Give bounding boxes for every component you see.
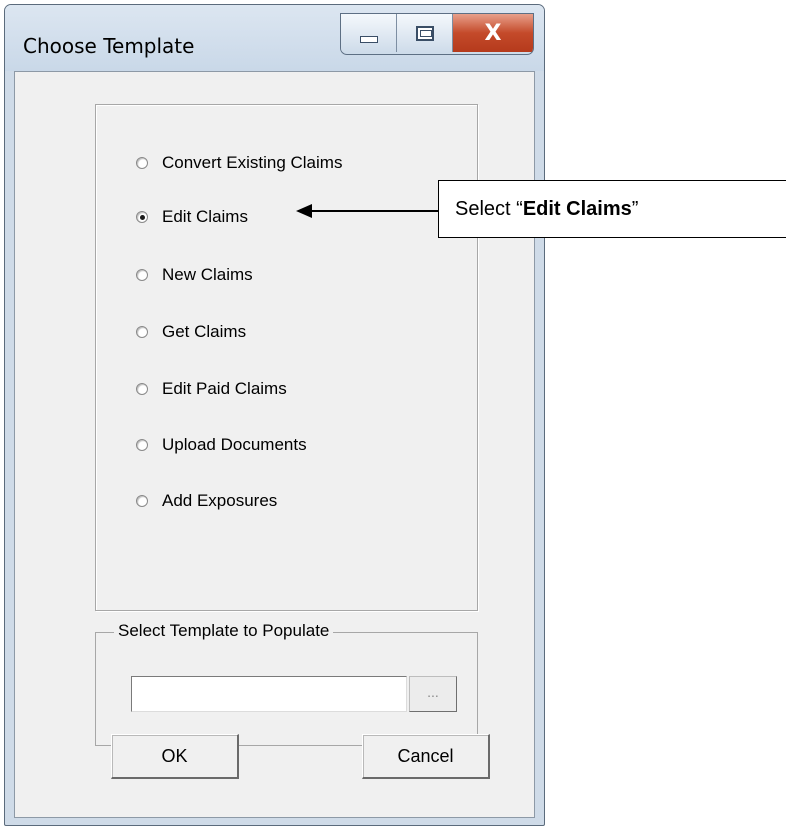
radio-new-claims[interactable]: New Claims	[136, 265, 253, 285]
radio-button-icon[interactable]	[136, 383, 148, 395]
radio-button-icon[interactable]	[136, 439, 148, 451]
ok-button[interactable]: OK	[111, 734, 239, 779]
minimize-icon	[359, 35, 378, 43]
cancel-button[interactable]: Cancel	[362, 734, 490, 779]
radio-label: New Claims	[162, 265, 253, 284]
radio-edit-claims[interactable]: Edit Claims	[136, 207, 248, 227]
browse-button[interactable]: ...	[409, 676, 457, 712]
title-bar[interactable]: Choose Template X	[5, 5, 544, 71]
radio-edit-paid-claims[interactable]: Edit Paid Claims	[136, 379, 287, 399]
callout-arrow-line	[312, 210, 438, 212]
radio-button-icon[interactable]	[136, 326, 148, 338]
radio-label: Edit Paid Claims	[162, 379, 287, 398]
radio-label: Add Exposures	[162, 491, 278, 510]
radio-label: Convert Existing Claims	[162, 153, 343, 172]
callout-prefix: Select “	[455, 197, 523, 220]
radio-upload-documents[interactable]: Upload Documents	[136, 435, 307, 455]
callout-suffix: ”	[631, 197, 639, 220]
template-options-group: Convert Existing Claims Edit Claims New …	[95, 104, 478, 611]
callout-bold-text: Edit Claims	[522, 197, 632, 220]
choose-template-dialog: Choose Template X Convert Existing Claim…	[4, 4, 545, 826]
radio-button-icon[interactable]	[136, 269, 148, 281]
arrow-left-icon	[296, 204, 312, 218]
window-title: Choose Template	[23, 34, 195, 58]
radio-label: Edit Claims	[162, 207, 248, 226]
radio-get-claims[interactable]: Get Claims	[136, 322, 246, 342]
radio-button-checked-icon[interactable]	[136, 211, 148, 223]
maximize-button[interactable]	[397, 14, 453, 52]
radio-button-icon[interactable]	[136, 157, 148, 169]
radio-label: Get Claims	[162, 322, 247, 341]
radio-add-exposures[interactable]: Add Exposures	[136, 491, 277, 511]
close-button[interactable]: X	[453, 14, 533, 52]
instruction-callout: Select “Edit Claims”	[438, 180, 786, 238]
caption-buttons: X	[340, 13, 534, 55]
maximize-icon	[415, 25, 434, 41]
radio-button-icon[interactable]	[136, 495, 148, 507]
close-icon: X	[484, 20, 502, 46]
template-file-group: Select Template to Populate ...	[95, 621, 478, 746]
radio-label: Upload Documents	[162, 435, 307, 454]
template-path-input[interactable]	[131, 676, 407, 712]
file-group-legend: Select Template to Populate	[114, 621, 334, 641]
radio-convert-existing-claims[interactable]: Convert Existing Claims	[136, 153, 342, 173]
minimize-button[interactable]	[341, 14, 397, 52]
